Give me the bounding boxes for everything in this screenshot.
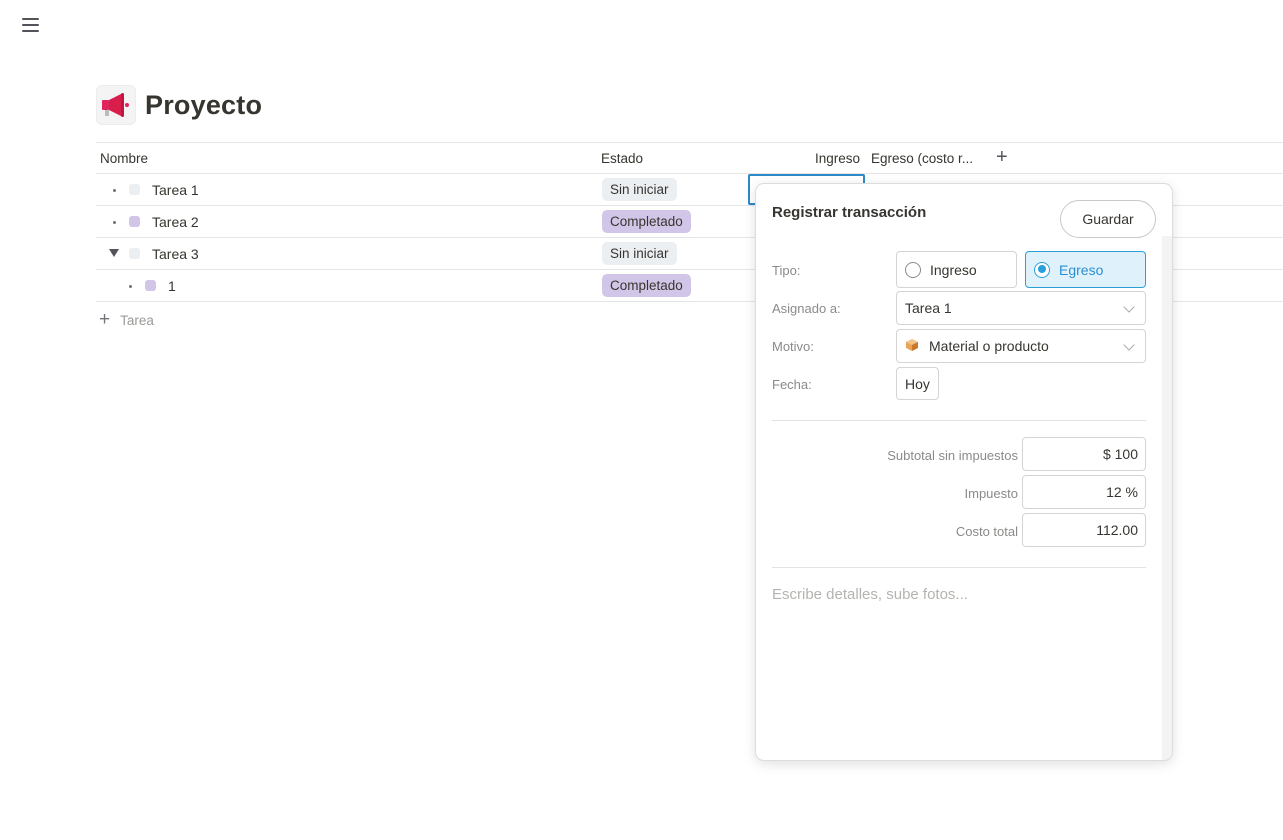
add-task-label: Tarea <box>120 312 154 328</box>
menu-icon[interactable] <box>22 14 42 36</box>
chevron-down-icon <box>1123 301 1135 313</box>
radio-ingreso-label: Ingreso <box>930 261 977 278</box>
fecha-button[interactable]: Hoy <box>896 367 939 400</box>
megaphone-icon[interactable] <box>96 85 136 125</box>
status-badge[interactable]: Completado <box>602 274 691 297</box>
row-name[interactable]: Tarea 2 <box>152 214 199 230</box>
bullet-icon <box>113 189 116 192</box>
status-badge[interactable]: Sin iniciar <box>602 178 677 201</box>
radio-ingreso[interactable]: Ingreso <box>896 251 1017 288</box>
divider <box>772 420 1146 421</box>
save-button[interactable]: Guardar <box>1060 200 1156 238</box>
status-color-square <box>145 280 156 291</box>
add-task-button[interactable]: + Tarea <box>96 309 154 331</box>
radio-egreso-label: Egreso <box>1059 261 1104 278</box>
notes-textarea[interactable]: Escribe detalles, sube fotos... <box>772 586 1146 603</box>
column-header-ingreso[interactable]: Ingreso <box>748 151 860 166</box>
table-header: Nombre Estado Ingreso Egreso (costo r...… <box>96 142 1283 174</box>
row-name[interactable]: Tarea 1 <box>152 182 199 198</box>
asignado-value: Tarea 1 <box>905 300 952 316</box>
impuesto-label: Impuesto <box>964 486 1018 501</box>
column-header-estado[interactable]: Estado <box>601 151 643 166</box>
asignado-select[interactable]: Tarea 1 <box>896 291 1146 325</box>
asignado-label: Asignado a: <box>772 301 841 316</box>
column-header-egreso[interactable]: Egreso (costo r... <box>871 151 981 166</box>
subtotal-label: Subtotal sin impuestos <box>887 448 1018 463</box>
page-title: Proyecto <box>145 89 263 120</box>
status-color-square <box>129 184 140 195</box>
status-badge[interactable]: Completado <box>602 210 691 233</box>
row-name[interactable]: Tarea 3 <box>152 246 199 262</box>
status-color-square <box>129 216 140 227</box>
total-label: Costo total <box>955 524 1018 539</box>
add-column-plus-icon[interactable]: + <box>996 146 1008 169</box>
motivo-label: Motivo: <box>772 339 814 354</box>
status-color-square <box>129 248 140 259</box>
bullet-icon <box>113 221 116 224</box>
popup-title: Registrar transacción <box>772 204 927 221</box>
total-input[interactable]: 112.00 <box>1022 513 1146 547</box>
page-header: Proyecto <box>96 85 262 125</box>
divider <box>772 567 1146 568</box>
radio-icon <box>905 261 921 278</box>
box-icon <box>905 338 919 355</box>
motivo-select[interactable]: Material o producto <box>896 329 1146 363</box>
impuesto-input[interactable]: 12 % <box>1022 475 1146 509</box>
tipo-label: Tipo: <box>772 263 801 278</box>
status-badge[interactable]: Sin iniciar <box>602 242 677 265</box>
radio-egreso[interactable]: Egreso <box>1025 251 1146 288</box>
scrollbar[interactable] <box>1162 236 1172 760</box>
plus-icon: + <box>99 309 111 330</box>
chevron-down-icon <box>1123 339 1135 351</box>
transaction-popup: Registrar transacción Guardar Tipo: Ingr… <box>755 183 1173 761</box>
radio-selected-icon <box>1034 261 1050 278</box>
fecha-label: Fecha: <box>772 377 812 392</box>
bullet-icon <box>129 285 132 288</box>
subtotal-input[interactable]: $ 100 <box>1022 437 1146 471</box>
column-header-nombre[interactable]: Nombre <box>100 151 148 166</box>
caret-down-icon[interactable] <box>109 249 119 257</box>
row-name[interactable]: 1 <box>168 278 176 294</box>
motivo-value: Material o producto <box>929 338 1049 354</box>
